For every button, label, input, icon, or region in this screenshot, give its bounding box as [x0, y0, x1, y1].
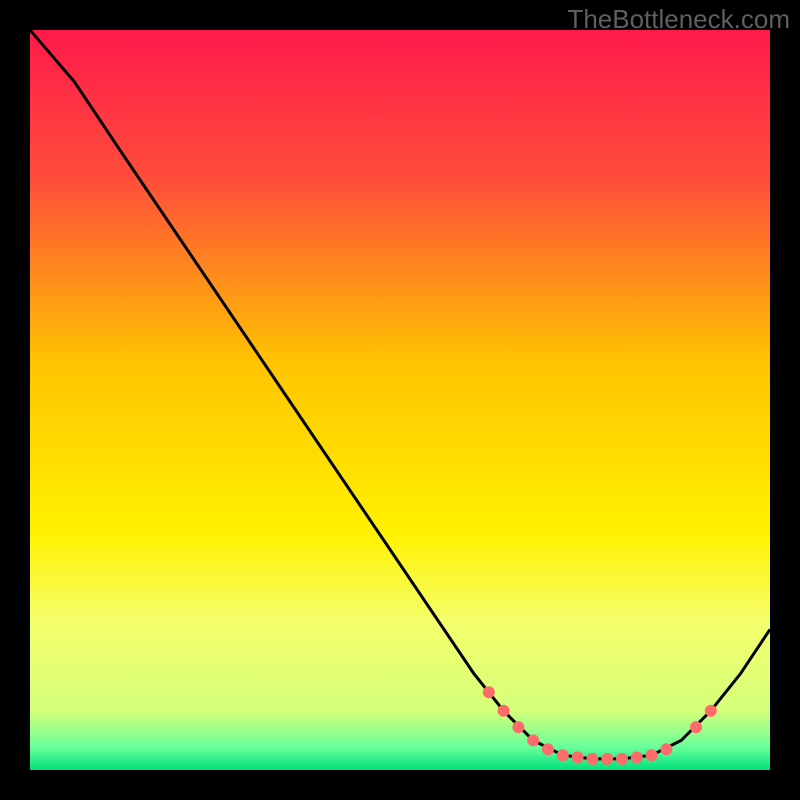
highlight-dot: [512, 721, 524, 733]
highlight-dot: [646, 749, 658, 761]
highlight-dot: [616, 753, 628, 765]
highlight-dot: [498, 705, 510, 717]
highlight-dot: [542, 743, 554, 755]
highlight-dot: [557, 749, 569, 761]
watermark-text: TheBottleneck.com: [567, 4, 790, 35]
highlight-dot: [483, 686, 495, 698]
highlight-dot: [601, 753, 613, 765]
bottleneck-chart: [30, 30, 770, 770]
highlight-dot: [572, 751, 584, 763]
highlight-dot: [660, 743, 672, 755]
highlight-dot: [690, 721, 702, 733]
highlight-dot: [527, 734, 539, 746]
gradient-background: [30, 30, 770, 770]
chart-frame: TheBottleneck.com: [0, 0, 800, 800]
highlight-dot: [705, 705, 717, 717]
highlight-dot: [586, 753, 598, 765]
highlight-dot: [631, 751, 643, 763]
